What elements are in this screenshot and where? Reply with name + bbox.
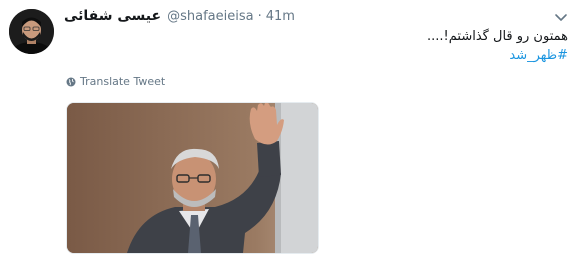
avatar-image — [9, 9, 54, 54]
translate-label: Translate Tweet — [80, 75, 166, 88]
timestamp[interactable]: 41m — [266, 9, 295, 24]
tweet-header: عیسی شفائی @shafaeieisa · 41m — [64, 6, 295, 26]
translate-tweet-link[interactable]: Translate Tweet — [66, 75, 165, 88]
tweet[interactable]: عیسی شفائی @shafaeieisa · 41m همتون رو ق… — [0, 0, 576, 259]
globe-icon — [66, 77, 76, 86]
tweet-photo[interactable] — [66, 102, 319, 254]
separator-dot: · — [257, 8, 262, 24]
chevron-down-icon[interactable] — [554, 8, 568, 21]
user-handle[interactable]: @shafaeieisa — [167, 9, 253, 24]
hashtag-link[interactable]: #ظهر_شد — [509, 46, 568, 65]
avatar[interactable] — [9, 9, 54, 54]
tweet-text-line: همتون رو قال گذاشتم!.... — [427, 29, 568, 44]
photo-image — [67, 103, 318, 253]
display-name[interactable]: عیسی شفائی — [64, 8, 161, 24]
tweet-text: همتون رو قال گذاشتم!.... #ظهر_شد — [148, 27, 568, 65]
